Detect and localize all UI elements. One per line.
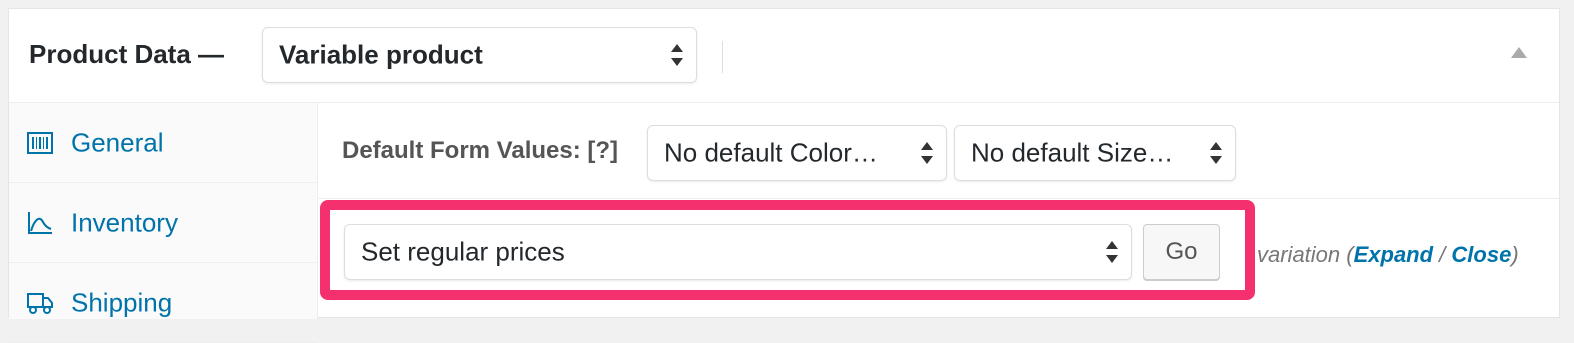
select-arrows-icon: [671, 44, 683, 66]
default-form-values-text: Default Form Values:: [342, 137, 581, 164]
tab-label: Shipping: [71, 287, 173, 317]
select-arrows-icon: [921, 142, 933, 164]
collapse-toggle-icon[interactable]: [1511, 47, 1527, 58]
separator: /: [1433, 242, 1452, 267]
product-data-tabs: General Inventory Shipping: [9, 103, 318, 343]
default-form-values-label: Default Form Values: [?]: [342, 137, 618, 165]
tab-label: Inventory: [71, 207, 178, 237]
variation-text: variation (: [1257, 242, 1354, 267]
variation-expand-close: variation (Expand / Close): [1257, 242, 1519, 268]
bulk-action-value: Set regular prices: [361, 236, 565, 267]
header-divider: [722, 41, 723, 73]
product-type-select[interactable]: Variable product: [262, 27, 697, 83]
tab-label: General: [71, 127, 164, 157]
default-size-value: No default Size…: [971, 137, 1174, 168]
go-button[interactable]: Go: [1143, 224, 1220, 280]
default-size-select[interactable]: No default Size…: [954, 125, 1236, 181]
panel-header: Product Data — Variable product: [9, 9, 1559, 103]
help-tip[interactable]: [?]: [587, 137, 618, 164]
panel-title: Product Data —: [29, 39, 225, 69]
default-color-value: No default Color…: [664, 137, 878, 168]
tab-inventory[interactable]: Inventory: [9, 183, 317, 263]
select-arrows-icon: [1106, 241, 1118, 263]
barcode-icon: [27, 131, 53, 154]
default-color-select[interactable]: No default Color…: [647, 125, 947, 181]
truck-icon: [27, 292, 53, 314]
select-arrows-icon: [1210, 142, 1222, 164]
product-type-value: Variable product: [279, 39, 483, 70]
bulk-action-select[interactable]: Set regular prices: [344, 224, 1132, 280]
chart-icon: [28, 211, 52, 234]
tab-shipping[interactable]: Shipping: [9, 263, 317, 343]
tab-general[interactable]: General: [9, 103, 317, 183]
variation-text-end: ): [1511, 242, 1519, 267]
expand-link[interactable]: Expand: [1354, 242, 1433, 267]
product-data-panel: Product Data — Variable product General: [8, 8, 1561, 343]
close-link[interactable]: Close: [1451, 242, 1511, 267]
